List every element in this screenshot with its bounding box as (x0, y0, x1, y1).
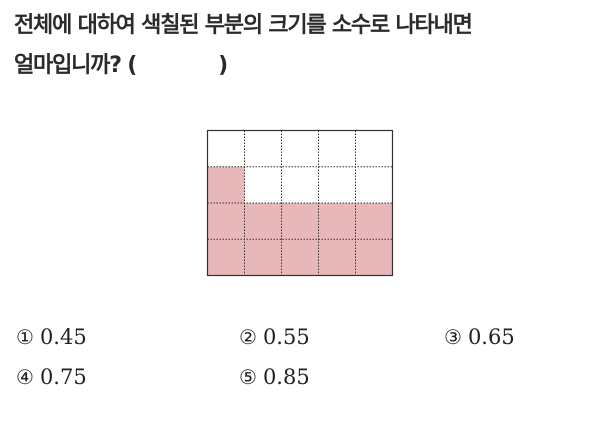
shaded-cell (244, 239, 282, 276)
choice-2[interactable]: ② 0.55 (239, 325, 310, 349)
empty-cell (355, 130, 393, 167)
choice-3[interactable]: ③ 0.65 (444, 325, 515, 349)
question-line-2: 얼마입니까? () (14, 46, 589, 86)
choice-4-mark: ④ (16, 365, 34, 389)
empty-cell (355, 166, 393, 203)
empty-cell (318, 166, 356, 203)
empty-cell (244, 130, 282, 167)
question-text: 전체에 대하여 색칠된 부분의 크기를 소수로 나타내면 얼마입니까? () (14, 6, 589, 86)
shaded-cell (318, 239, 356, 276)
choice-1-value: 0.45 (39, 325, 87, 349)
choice-1[interactable]: ① 0.45 (16, 325, 87, 349)
choice-5-value: 0.85 (262, 365, 310, 389)
shaded-cell (244, 203, 282, 240)
choice-5[interactable]: ⑤ 0.85 (239, 365, 310, 389)
shaded-cell (207, 166, 245, 203)
shaded-cell (281, 239, 319, 276)
question-line-2-prefix: 얼마입니까? ( (14, 53, 137, 78)
shaded-grid-figure (206, 129, 394, 281)
choice-5-mark: ⑤ (239, 365, 257, 389)
shaded-cell (355, 239, 393, 276)
question-line-1: 전체에 대하여 색칠된 부분의 크기를 소수로 나타내면 (14, 13, 473, 38)
question-line-2-suffix: ) (218, 53, 228, 78)
choice-2-mark: ② (239, 325, 257, 349)
choice-1-mark: ① (16, 325, 34, 349)
empty-cell (318, 130, 356, 167)
choice-3-value: 0.65 (467, 325, 515, 349)
shaded-cell (355, 203, 393, 240)
empty-cell (281, 130, 319, 167)
shaded-cell (318, 203, 356, 240)
choice-4-value: 0.75 (39, 365, 87, 389)
shaded-cell (207, 239, 245, 276)
grid-svg (206, 129, 394, 277)
shaded-cell (281, 203, 319, 240)
choice-4[interactable]: ④ 0.75 (16, 365, 87, 389)
empty-cell (207, 130, 245, 167)
shaded-cell (207, 203, 245, 240)
choice-3-mark: ③ (444, 325, 462, 349)
choice-2-value: 0.55 (262, 325, 310, 349)
empty-cell (281, 166, 319, 203)
empty-cell (244, 166, 282, 203)
